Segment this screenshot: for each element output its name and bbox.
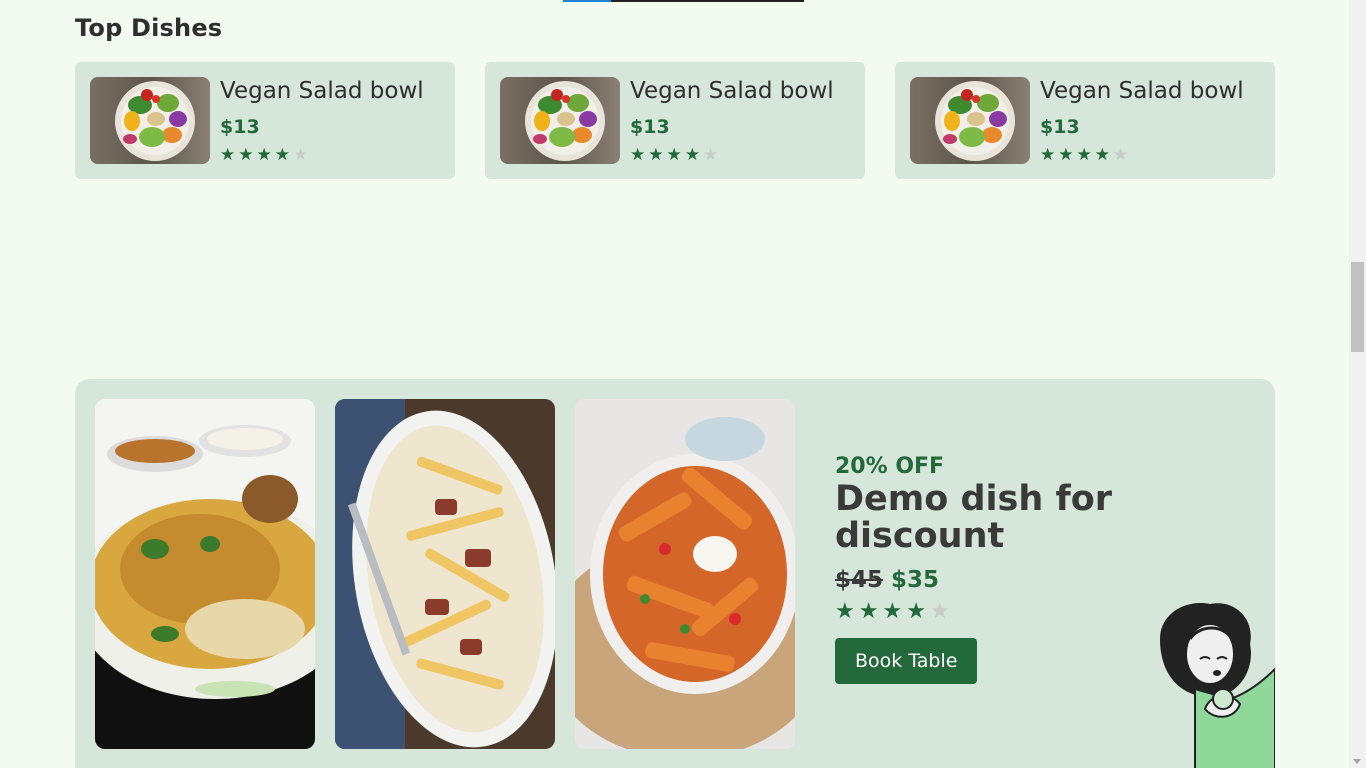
section-title: Top Dishes — [75, 14, 223, 42]
dish-name: Vegan Salad bowl — [220, 78, 424, 104]
star-icon: ★ — [882, 599, 907, 624]
salad-bowl-image — [910, 77, 1030, 164]
dish-rating: ★★★★★ — [1040, 145, 1131, 165]
dish-price: $13 — [220, 116, 260, 138]
sweet-potato-fries-image — [575, 399, 795, 749]
scrollbar-thumb[interactable] — [1351, 262, 1364, 352]
page-progress-fill — [563, 0, 611, 2]
star-empty-icon: ★ — [1113, 145, 1132, 165]
star-icon: ★ — [1094, 145, 1113, 165]
star-icon: ★ — [906, 599, 930, 624]
star-icon: ★ — [630, 145, 649, 165]
star-icon: ★ — [858, 599, 883, 624]
salad-bowl-image — [90, 77, 210, 164]
book-table-button[interactable]: Book Table — [835, 638, 978, 684]
promo-rating: ★★★★★ — [835, 599, 1135, 624]
promo-price-row: $45 $35 — [835, 567, 1135, 593]
star-icon: ★ — [1058, 145, 1077, 165]
star-icon: ★ — [684, 145, 703, 165]
dish-price: $13 — [1040, 116, 1080, 138]
dish-rating: ★★★★★ — [220, 145, 311, 165]
salad-bowl-image — [500, 77, 620, 164]
dish-price: $13 — [630, 116, 670, 138]
vertical-scrollbar[interactable] — [1349, 0, 1366, 768]
woman-illustration — [1155, 599, 1275, 768]
dish-name: Vegan Salad bowl — [630, 78, 834, 104]
star-icon: ★ — [648, 145, 667, 165]
dish-card[interactable]: Vegan Salad bowl $13 ★★★★★ — [895, 62, 1275, 179]
biryani-image — [95, 399, 315, 749]
star-empty-icon: ★ — [703, 145, 722, 165]
new-price: $35 — [891, 567, 940, 593]
old-price: $45 — [835, 567, 884, 593]
star-icon: ★ — [274, 145, 293, 165]
dish-card[interactable]: Vegan Salad bowl $13 ★★★★★ — [485, 62, 865, 179]
dish-rating: ★★★★★ — [630, 145, 721, 165]
steak-fries-image — [335, 399, 555, 749]
discount-promo-section: 20% OFF Demo dish for discount $45 $35 ★★… — [75, 379, 1275, 768]
star-empty-icon: ★ — [293, 145, 312, 165]
promo-details: 20% OFF Demo dish for discount $45 $35 ★★… — [835, 454, 1135, 684]
star-icon: ★ — [835, 599, 859, 624]
scroll-down-arrow-icon[interactable] — [1353, 759, 1361, 764]
star-icon: ★ — [256, 145, 275, 165]
dish-name: Vegan Salad bowl — [1040, 78, 1244, 104]
star-icon: ★ — [238, 145, 257, 165]
page-progress-bar — [563, 0, 804, 2]
star-icon: ★ — [666, 145, 685, 165]
star-icon: ★ — [220, 145, 239, 165]
discount-label: 20% OFF — [835, 454, 945, 479]
promo-title: Demo dish for discount — [835, 479, 1113, 556]
star-icon: ★ — [1076, 145, 1095, 165]
dish-card[interactable]: Vegan Salad bowl $13 ★★★★★ — [75, 62, 455, 179]
star-icon: ★ — [1040, 145, 1059, 165]
star-empty-icon: ★ — [929, 599, 954, 624]
